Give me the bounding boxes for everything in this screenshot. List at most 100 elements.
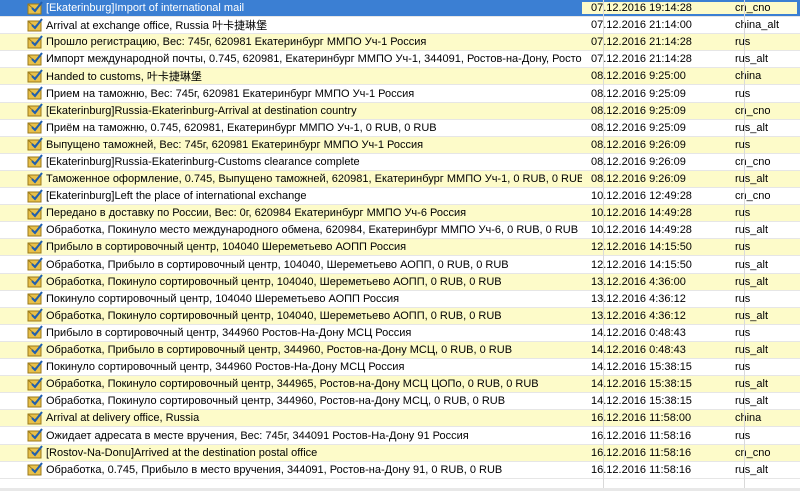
event-date: 07.12.2016 21:14:28: [591, 36, 692, 49]
event-date: 10.12.2016 12:49:28: [591, 190, 692, 203]
event-message: Прибыло в сортировочный центр, 344960 Ро…: [46, 326, 412, 339]
event-date: 10.12.2016 14:49:28: [591, 207, 692, 220]
event-row[interactable]: Arrival at exchange office, Russia 叶卡捷琳堡…: [0, 17, 800, 35]
event-row[interactable]: Таможенное оформление, 0.745, Выпущено т…: [0, 171, 800, 188]
event-date: 13.12.2016 4:36:12: [591, 292, 686, 305]
event-message: Покинуло сортировочный центр, 104040 Шер…: [46, 292, 400, 305]
event-message: Прошло регистрацию, Вес: 745г, 620981 Ек…: [46, 36, 427, 49]
column-separator: [603, 0, 604, 491]
event-date: 08.12.2016 9:26:09: [591, 138, 686, 151]
event-source: cn_cno: [735, 446, 771, 459]
event-row[interactable]: Обработка, Покинуло сортировочный центр,…: [0, 273, 800, 291]
event-date: 14.12.2016 0:48:43: [591, 344, 686, 356]
event-date: 16.12.2016 11:58:16: [591, 429, 692, 442]
mail-checked-icon: [27, 445, 43, 459]
event-date: 07.12.2016 21:14:00: [591, 19, 692, 32]
mail-checked-icon: [27, 291, 43, 305]
event-row[interactable]: Обработка, Покинуло сортировочный центр,…: [0, 376, 800, 394]
event-row[interactable]: Обработка, Прибыло в сортировочный центр…: [0, 342, 800, 359]
event-row[interactable]: Приём на таможню, 0.745, 620981, Екатери…: [0, 119, 800, 137]
event-row[interactable]: Покинуло сортировочный центр, 104040 Шер…: [0, 290, 800, 308]
event-message: Arrival at exchange office, Russia 叶卡捷琳堡: [46, 20, 268, 33]
event-source: rus: [735, 138, 751, 151]
event-row[interactable]: Импорт международной почты, 0.745, 62098…: [0, 51, 800, 69]
event-date: 08.12.2016 9:25:00: [591, 70, 686, 83]
mail-checked-icon: [27, 325, 43, 339]
event-row[interactable]: Прибыло в сортировочный центр, 104040 Ше…: [0, 239, 800, 257]
event-message: [Ekaterinburg]Left the place of internat…: [46, 190, 307, 203]
column-separator: [744, 0, 745, 491]
event-message: Выпущено таможней, Вес: 745г, 620981 Ека…: [46, 138, 424, 151]
event-message: Обработка, Покинуло сортировочный центр,…: [46, 395, 506, 408]
event-source: rus_alt: [735, 463, 769, 476]
event-row[interactable]: Ожидает адресата в месте вручения, Вес: …: [0, 427, 800, 445]
event-message: Обработка, Покинуло сортировочный центр,…: [46, 378, 539, 391]
event-source: cn_cno: [735, 155, 771, 168]
event-row[interactable]: Обработка, Покинуло сортировочный центр,…: [0, 393, 800, 411]
event-message: Обработка, Покинуло сортировочный центр,…: [46, 275, 502, 288]
event-message: Обработка, 0.745, Прибыло в место вручен…: [46, 463, 503, 476]
event-row[interactable]: Передано в доставку по России, Вес: 0г, …: [0, 205, 800, 223]
event-row[interactable]: Обработка, Покинуло сортировочный центр,…: [0, 307, 800, 325]
event-row[interactable]: Прошло регистрацию, Вес: 745г, 620981 Ек…: [0, 34, 800, 52]
event-date: 13.12.2016 4:36:00: [591, 275, 686, 288]
event-source: rus_alt: [735, 344, 769, 356]
event-row[interactable]: [Ekaterinburg]Import of international ma…: [0, 0, 800, 17]
event-source: rus_alt: [735, 53, 769, 66]
mail-checked-icon: [27, 103, 43, 117]
mail-checked-icon: [27, 137, 43, 151]
event-row[interactable]: [Ekaterinburg]Russia-Ekaterinburg-Arriva…: [0, 102, 800, 120]
event-row[interactable]: Прием на таможню, Вес: 745г, 620981 Екат…: [0, 85, 800, 103]
event-date: 08.12.2016 9:26:09: [591, 173, 686, 185]
event-source: cn_cno: [732, 2, 797, 14]
event-row[interactable]: Обработка, Прибыло в сортировочный центр…: [0, 256, 800, 274]
event-source: rus: [735, 207, 751, 220]
event-message: Приём на таможню, 0.745, 620981, Екатери…: [46, 121, 437, 134]
event-source: rus_alt: [735, 224, 769, 237]
event-date: 10.12.2016 14:49:28: [591, 224, 692, 237]
event-source: rus: [735, 241, 751, 254]
mail-checked-icon: [27, 342, 43, 356]
event-message: Обработка, Прибыло в сортировочный центр…: [46, 258, 509, 271]
mail-checked-icon: [27, 223, 43, 237]
mail-checked-icon: [27, 359, 43, 374]
event-row[interactable]: Обработка, 0.745, Прибыло в место вручен…: [0, 461, 800, 479]
mail-checked-icon: [27, 188, 43, 203]
event-source: rus: [735, 361, 751, 374]
event-row[interactable]: Прибыло в сортировочный центр, 344960 Ро…: [0, 324, 800, 342]
event-source: rus: [735, 87, 751, 100]
event-message: Передано в доставку по России, Вес: 0г, …: [46, 207, 467, 220]
event-message: Обработка, Покинуло место международного…: [46, 224, 579, 237]
mail-checked-icon: [27, 206, 43, 220]
mail-checked-icon: [27, 428, 43, 442]
event-row[interactable]: [Ekaterinburg]Russia-Ekaterinburg-Custom…: [0, 153, 800, 171]
event-message: [Rostov-Na-Donu]Arrived at the destinati…: [46, 446, 318, 459]
event-date: 12.12.2016 14:15:50: [591, 241, 692, 254]
mail-checked-icon: [27, 411, 43, 425]
event-row[interactable]: Выпущено таможней, Вес: 745г, 620981 Ека…: [0, 136, 800, 154]
event-message: Таможенное оформление, 0.745, Выпущено т…: [46, 173, 582, 185]
event-row[interactable]: Arrival at delivery office, Russia 16.12…: [0, 410, 800, 428]
event-source: rus_alt: [735, 258, 769, 271]
tracking-events-list: [Ekaterinburg]Import of international ma…: [0, 0, 800, 491]
event-source: rus_alt: [735, 121, 769, 134]
event-source: rus: [735, 429, 751, 442]
event-date: 16.12.2016 11:58:00: [591, 412, 692, 425]
event-source: rus: [735, 326, 751, 339]
event-row[interactable]: Handed to customs, 叶卡捷琳堡 08.12.2016 9:25…: [0, 68, 800, 86]
event-source: rus_alt: [735, 395, 769, 408]
event-date: 14.12.2016 15:38:15: [591, 395, 692, 408]
event-date: 08.12.2016 9:25:09: [591, 104, 686, 117]
mail-checked-icon: [27, 257, 43, 271]
event-row[interactable]: Покинуло сортировочный центр, 344960 Рос…: [0, 359, 800, 377]
event-date: 13.12.2016 4:36:12: [591, 309, 686, 322]
event-row[interactable]: Обработка, Покинуло место международного…: [0, 222, 800, 240]
event-row[interactable]: [Rostov-Na-Donu]Arrived at the destinati…: [0, 444, 800, 462]
mail-checked-icon: [27, 171, 43, 185]
event-source: china: [735, 70, 762, 83]
mail-checked-icon: [27, 35, 43, 49]
mail-checked-icon: [27, 69, 43, 83]
event-date: 08.12.2016 9:26:09: [591, 155, 686, 168]
event-row[interactable]: [Ekaterinburg]Left the place of internat…: [0, 188, 800, 206]
event-date: 14.12.2016 15:38:15: [591, 378, 692, 391]
